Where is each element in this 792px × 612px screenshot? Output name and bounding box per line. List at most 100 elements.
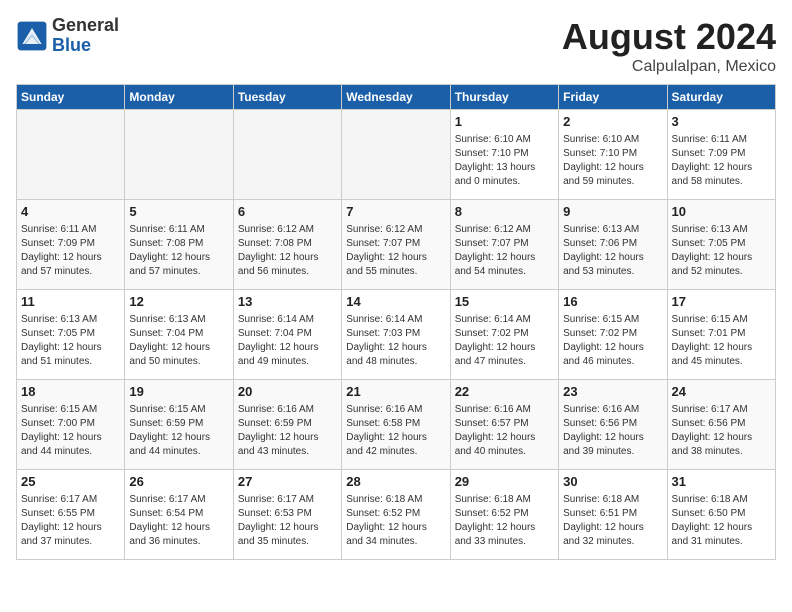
calendar-cell: 31Sunrise: 6:18 AM Sunset: 6:50 PM Dayli… — [667, 470, 775, 560]
day-number: 18 — [21, 383, 120, 401]
day-info: Sunrise: 6:12 AM Sunset: 7:08 PM Dayligh… — [238, 223, 337, 279]
day-number: 20 — [238, 383, 337, 401]
calendar-cell: 14 Sunrise: 6:14 AM Sunset: 7:03 PM Dayli… — [342, 290, 450, 380]
calendar-cell — [17, 110, 125, 200]
logo-text: General Blue — [52, 16, 119, 56]
day-number: 31 — [672, 473, 771, 491]
day-info: Sunrise: 6:13 AM Sunset: 7:06 PM Dayligh… — [563, 223, 662, 279]
day-info: Sunrise: 6:18 AM Sunset: 6:52 PM Dayligh… — [346, 493, 445, 549]
month-year-title: August 2024 — [562, 16, 776, 58]
day-info: Sunrise: 6:13 AM Sunset: 7:05 PM Dayligh… — [21, 313, 120, 369]
day-info: Sunrise: 6:16 AM Sunset: 6:57 PM Dayligh… — [455, 403, 554, 459]
day-info: Sunrise: 6:10 AM Sunset: 7:10 PM Dayligh… — [563, 133, 662, 189]
weekday-header-tuesday: Tuesday — [233, 85, 341, 110]
calendar-cell: 7Sunrise: 6:12 AM Sunset: 7:07 PM Daylig… — [342, 200, 450, 290]
day-number: 25 — [21, 473, 120, 491]
calendar-week-1: 1 Sunrise: 6:10 AM Sunset: 7:10 PM Daylig… — [17, 110, 776, 200]
location-subtitle: Calpulalpan, Mexico — [562, 58, 776, 76]
weekday-header-row: SundayMondayTuesdayWednesdayThursdayFrid… — [17, 85, 776, 110]
logo-icon — [16, 20, 48, 52]
calendar-cell: 10 Sunrise: 6:13 AM Sunset: 7:05 PM Dayli… — [667, 200, 775, 290]
calendar-cell — [233, 110, 341, 200]
day-number: 10 — [672, 203, 771, 221]
calendar-week-4: 18 Sunrise: 6:15 AM Sunset: 7:00 PM Dayli… — [17, 380, 776, 470]
day-number: 5 — [129, 203, 228, 221]
calendar-cell: 23 Sunrise: 6:16 AM Sunset: 6:56 PM Dayli… — [559, 380, 667, 470]
day-info: Sunrise: 6:12 AM Sunset: 7:07 PM Dayligh… — [455, 223, 554, 279]
calendar-cell: 11 Sunrise: 6:13 AM Sunset: 7:05 PM Dayli… — [17, 290, 125, 380]
day-info: Sunrise: 6:14 AM Sunset: 7:02 PM Dayligh… — [455, 313, 554, 369]
calendar-cell: 29 Sunrise: 6:18 AM Sunset: 6:52 PM Dayli… — [450, 470, 558, 560]
page-header: General Blue August 2024 Calpulalpan, Me… — [16, 16, 776, 76]
calendar-cell: 27 Sunrise: 6:17 AM Sunset: 6:53 PM Dayli… — [233, 470, 341, 560]
calendar-cell: 30 Sunrise: 6:18 AM Sunset: 6:51 PM Dayli… — [559, 470, 667, 560]
day-number: 30 — [563, 473, 662, 491]
day-number: 23 — [563, 383, 662, 401]
calendar-cell: 13Sunrise: 6:14 AM Sunset: 7:04 PM Dayli… — [233, 290, 341, 380]
calendar-week-3: 11 Sunrise: 6:13 AM Sunset: 7:05 PM Dayli… — [17, 290, 776, 380]
day-number: 7 — [346, 203, 445, 221]
day-info: Sunrise: 6:13 AM Sunset: 7:05 PM Dayligh… — [672, 223, 771, 279]
day-number: 6 — [238, 203, 337, 221]
calendar-cell: 1Sunrise: 6:10 AM Sunset: 7:10 PM Daylig… — [450, 110, 558, 200]
day-info: Sunrise: 6:11 AM Sunset: 7:09 PM Dayligh… — [672, 133, 771, 189]
day-number: 11 — [21, 293, 120, 311]
day-number: 1 — [455, 113, 554, 131]
day-number: 9 — [563, 203, 662, 221]
day-number: 29 — [455, 473, 554, 491]
day-info: Sunrise: 6:17 AM Sunset: 6:56 PM Dayligh… — [672, 403, 771, 459]
day-info: Sunrise: 6:16 AM Sunset: 6:56 PM Dayligh… — [563, 403, 662, 459]
day-info: Sunrise: 6:17 AM Sunset: 6:54 PM Dayligh… — [129, 493, 228, 549]
day-info: Sunrise: 6:17 AM Sunset: 6:53 PM Dayligh… — [238, 493, 337, 549]
calendar-cell: 3Sunrise: 6:11 AM Sunset: 7:09 PM Daylig… — [667, 110, 775, 200]
calendar-cell: 16Sunrise: 6:15 AM Sunset: 7:02 PM Dayli… — [559, 290, 667, 380]
calendar-cell: 18 Sunrise: 6:15 AM Sunset: 7:00 PM Dayli… — [17, 380, 125, 470]
day-info: Sunrise: 6:18 AM Sunset: 6:51 PM Dayligh… — [563, 493, 662, 549]
day-info: Sunrise: 6:13 AM Sunset: 7:04 PM Dayligh… — [129, 313, 228, 369]
day-number: 14 — [346, 293, 445, 311]
calendar-cell: 26 Sunrise: 6:17 AM Sunset: 6:54 PM Dayli… — [125, 470, 233, 560]
calendar-cell: 22 Sunrise: 6:16 AM Sunset: 6:57 PM Dayli… — [450, 380, 558, 470]
weekday-header-friday: Friday — [559, 85, 667, 110]
day-info: Sunrise: 6:15 AM Sunset: 7:02 PM Dayligh… — [563, 313, 662, 369]
day-info: Sunrise: 6:11 AM Sunset: 7:09 PM Dayligh… — [21, 223, 120, 279]
day-number: 21 — [346, 383, 445, 401]
logo: General Blue — [16, 16, 119, 56]
weekday-header-saturday: Saturday — [667, 85, 775, 110]
calendar-cell: 4 Sunrise: 6:11 AM Sunset: 7:09 PM Daylig… — [17, 200, 125, 290]
calendar-cell: 8Sunrise: 6:12 AM Sunset: 7:07 PM Daylig… — [450, 200, 558, 290]
calendar-cell: 20Sunrise: 6:16 AM Sunset: 6:59 PM Dayli… — [233, 380, 341, 470]
calendar-cell: 21Sunrise: 6:16 AM Sunset: 6:58 PM Dayli… — [342, 380, 450, 470]
day-number: 19 — [129, 383, 228, 401]
day-info: Sunrise: 6:15 AM Sunset: 7:01 PM Dayligh… — [672, 313, 771, 369]
calendar-cell: 5 Sunrise: 6:11 AM Sunset: 7:08 PM Daylig… — [125, 200, 233, 290]
day-info: Sunrise: 6:18 AM Sunset: 6:52 PM Dayligh… — [455, 493, 554, 549]
day-info: Sunrise: 6:15 AM Sunset: 7:00 PM Dayligh… — [21, 403, 120, 459]
day-number: 26 — [129, 473, 228, 491]
calendar-week-5: 25 Sunrise: 6:17 AM Sunset: 6:55 PM Dayli… — [17, 470, 776, 560]
calendar-week-2: 4 Sunrise: 6:11 AM Sunset: 7:09 PM Daylig… — [17, 200, 776, 290]
calendar-cell: 2 Sunrise: 6:10 AM Sunset: 7:10 PM Daylig… — [559, 110, 667, 200]
calendar-table: SundayMondayTuesdayWednesdayThursdayFrid… — [16, 84, 776, 560]
day-info: Sunrise: 6:14 AM Sunset: 7:03 PM Dayligh… — [346, 313, 445, 369]
day-number: 17 — [672, 293, 771, 311]
logo-blue: Blue — [52, 36, 119, 56]
day-number: 27 — [238, 473, 337, 491]
day-number: 12 — [129, 293, 228, 311]
calendar-cell: 12 Sunrise: 6:13 AM Sunset: 7:04 PM Dayli… — [125, 290, 233, 380]
day-info: Sunrise: 6:17 AM Sunset: 6:55 PM Dayligh… — [21, 493, 120, 549]
calendar-cell — [125, 110, 233, 200]
day-number: 22 — [455, 383, 554, 401]
title-block: August 2024 Calpulalpan, Mexico — [562, 16, 776, 76]
day-number: 4 — [21, 203, 120, 221]
day-number: 2 — [563, 113, 662, 131]
day-number: 28 — [346, 473, 445, 491]
day-number: 24 — [672, 383, 771, 401]
logo-general: General — [52, 16, 119, 36]
calendar-cell: 19Sunrise: 6:15 AM Sunset: 6:59 PM Dayli… — [125, 380, 233, 470]
calendar-cell: 28 Sunrise: 6:18 AM Sunset: 6:52 PM Dayli… — [342, 470, 450, 560]
weekday-header-monday: Monday — [125, 85, 233, 110]
calendar-cell — [342, 110, 450, 200]
day-info: Sunrise: 6:14 AM Sunset: 7:04 PM Dayligh… — [238, 313, 337, 369]
day-info: Sunrise: 6:11 AM Sunset: 7:08 PM Dayligh… — [129, 223, 228, 279]
